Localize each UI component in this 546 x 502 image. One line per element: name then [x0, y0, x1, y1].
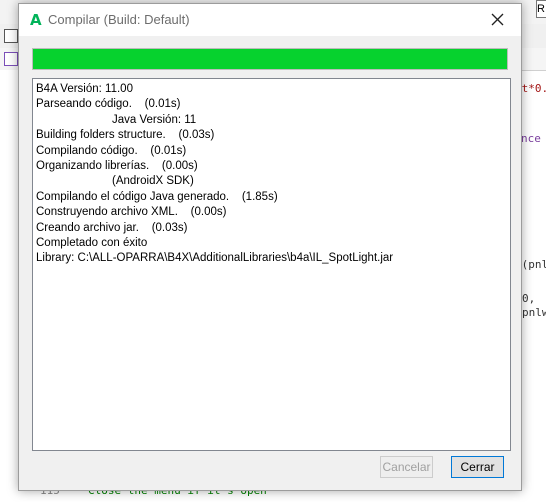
close-icon: [491, 13, 504, 26]
dialog-titlebar[interactable]: A Compilar (Build: Default): [19, 4, 521, 36]
progress-fill: [33, 49, 507, 69]
log-line: Parseando código. (0.01s): [36, 98, 181, 111]
compile-progress-bar: [32, 48, 508, 70]
log-line: Compilando código. (0.01s): [36, 144, 187, 157]
compile-log[interactable]: B4A Versión: 11.00 Parseando código. (0.0…: [32, 78, 511, 451]
code-fragment: 0,: [522, 292, 542, 305]
log-line: Java Versión: 11: [112, 113, 197, 126]
log-line: Building folders structure. (0.03s): [36, 129, 215, 142]
close-window-button[interactable]: [475, 4, 521, 36]
cancel-button[interactable]: Cancelar: [380, 456, 433, 478]
code-fragment: nce: [521, 132, 541, 145]
close-button[interactable]: Cerrar: [451, 456, 504, 478]
log-line: (AndroidX SDK): [112, 175, 194, 188]
log-line: Compilando el código Java generado. (1.8…: [36, 190, 278, 203]
ide-top-right-button[interactable]: R: [536, 0, 546, 18]
ide-module-icon[interactable]: [4, 52, 18, 66]
dialog-title: Compilar (Build: Default): [48, 12, 190, 27]
log-line: Construyendo archivo XML. (0.00s): [36, 206, 227, 219]
compile-dialog: A Compilar (Build: Default) B4A Versión:…: [18, 3, 522, 491]
log-line: B4A Versión: 11.00: [36, 83, 133, 95]
code-fragment: pnlw: [522, 306, 546, 319]
ide-toolbar-icon[interactable]: [4, 29, 18, 43]
log-line: Creando archivo jar. (0.03s): [36, 221, 188, 234]
log-line: Organizando librerías. (0.00s): [36, 160, 198, 173]
log-line: Completado con éxito: [36, 237, 148, 250]
b4a-app-icon: A: [30, 11, 42, 29]
log-line: Library: C:\ALL-OPARRA\B4X\AdditionalLib…: [36, 252, 394, 265]
